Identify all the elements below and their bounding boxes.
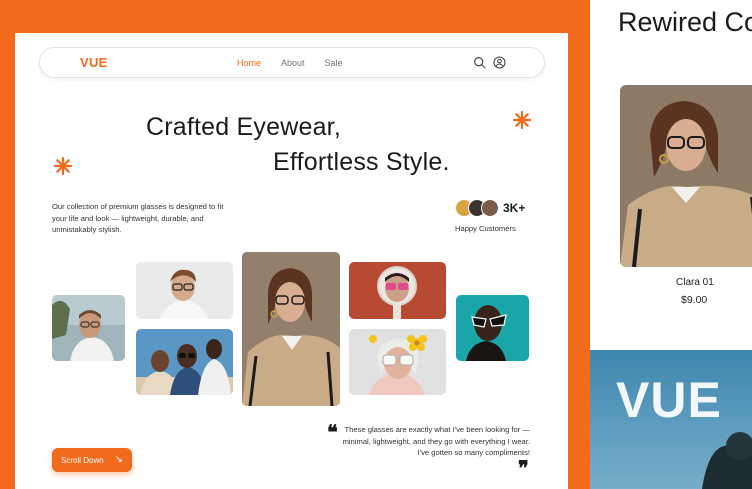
nav-icons [473, 56, 506, 69]
photo-man-glasses-white [136, 262, 233, 319]
search-icon[interactable] [473, 56, 486, 69]
headline-line-2: Effortless Style. [273, 148, 450, 176]
scroll-down-button[interactable]: Scroll Down ↘ [52, 448, 132, 472]
customers-label: Happy Customers [455, 224, 516, 233]
product-price: $9.00 [681, 294, 708, 306]
banner-logo: VUE [616, 372, 722, 428]
quote-open-icon: ❝ [327, 420, 338, 444]
arrow-down-right-icon: ↘ [114, 454, 123, 465]
photo-woman-cat-eye-sunglasses [456, 295, 529, 361]
photo-woman-white-sunglasses-flower [349, 329, 446, 395]
nav-link-about[interactable]: About [281, 58, 305, 68]
nav-links: Home About Sale [237, 58, 343, 68]
photo-woman-glasses-cape [242, 252, 340, 406]
customers-count: 3K+ [503, 201, 526, 215]
landing-page-card: VUE Home About Sale Crafted Eyewear, Eff… [15, 33, 568, 489]
preview-title: Rewired Co [618, 7, 752, 37]
sparkle-icon [512, 110, 532, 130]
nav-link-home[interactable]: Home [237, 58, 261, 68]
photo-pink-sunglasses-mirror [349, 262, 446, 319]
product-image-clara[interactable] [620, 85, 752, 267]
scroll-down-label: Scroll Down [61, 455, 104, 465]
brand-banner: VUE [590, 350, 752, 489]
next-page-preview: Rewired Co Clara 01 $9.00 [590, 0, 752, 350]
nav-link-sale[interactable]: Sale [325, 58, 343, 68]
sparkle-icon [53, 156, 73, 176]
testimonial-quote: These glasses are exactly what I've been… [342, 425, 530, 457]
photo-three-friends [136, 329, 233, 395]
hero-description: Our collection of premium glasses is des… [52, 202, 224, 234]
headline-line-1: Crafted Eyewear, [146, 113, 341, 141]
navbar: VUE Home About Sale [39, 47, 545, 78]
quote-close-icon: ❞ [518, 456, 529, 480]
photo-man-glasses-palms [52, 295, 125, 361]
product-name[interactable]: Clara 01 [676, 277, 714, 288]
avatar [481, 199, 499, 217]
happy-customers: 3K+ Happy Customers [455, 199, 526, 233]
user-icon[interactable] [493, 56, 506, 69]
brand-logo[interactable]: VUE [80, 55, 108, 70]
